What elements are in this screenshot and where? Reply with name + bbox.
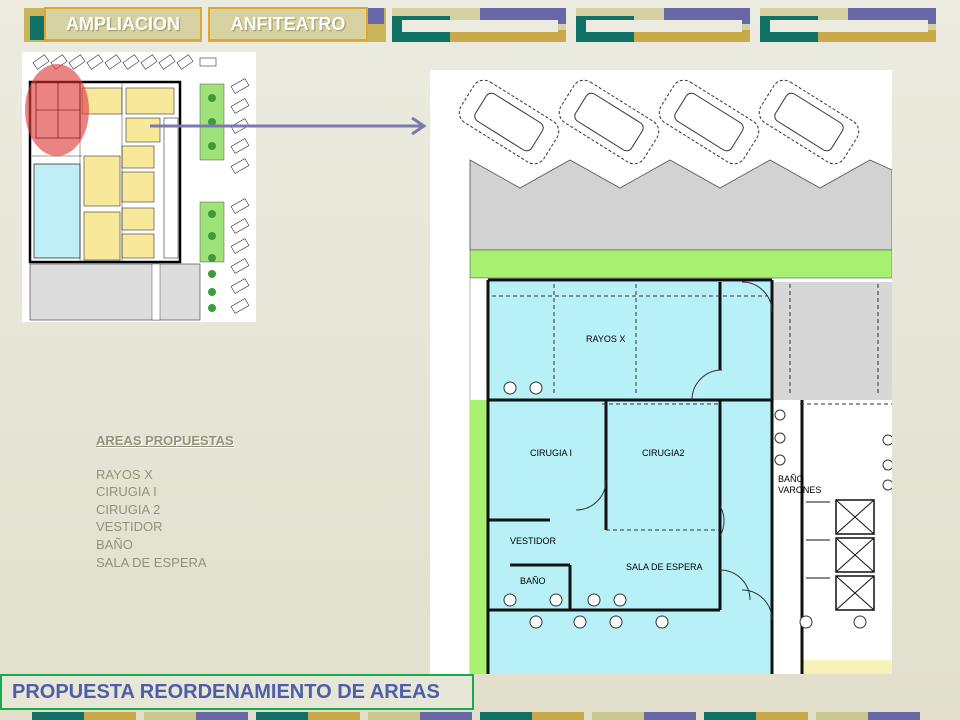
legend-heading: AREAS PROPUESTAS bbox=[96, 433, 234, 448]
legend-item-vestidor: VESTIDOR bbox=[96, 519, 163, 535]
site-plan-thumbnail bbox=[22, 52, 256, 322]
legend-item-cirugia2: CIRUGIA 2 bbox=[96, 501, 161, 517]
legend: AREAS PROPUESTAS RAYOS X CIRUGIA I CIRUG… bbox=[96, 432, 234, 571]
tab-anfiteatro[interactable]: ANFITEATRO bbox=[208, 7, 368, 41]
room-label-cirugia2: CIRUGIA2 bbox=[642, 448, 685, 458]
tab-ampliacion-label: AMPLIACION bbox=[66, 13, 180, 34]
legend-item-sala: SALA DE ESPERA bbox=[96, 554, 207, 570]
floor-plan-detail: RAYOS X CIRUGIA I CIRUGIA2 VESTIDOR BAÑO… bbox=[430, 70, 892, 674]
tab-anfiteatro-label: ANFITEATRO bbox=[230, 13, 346, 34]
room-label-bano: BAÑO bbox=[520, 576, 546, 586]
pointer-arrow bbox=[150, 116, 427, 136]
room-label-rayos: RAYOS X bbox=[586, 334, 625, 344]
room-label-sala: SALA DE ESPERA bbox=[626, 562, 703, 572]
room-label-cirugia1: CIRUGIA I bbox=[530, 448, 572, 458]
legend-item-rayos: RAYOS X bbox=[96, 466, 153, 482]
legend-item-cirugia1: CIRUGIA I bbox=[96, 484, 157, 500]
slide-title: PROPUESTA REORDENAMIENTO DE AREAS bbox=[0, 674, 474, 710]
slide-title-text: PROPUESTA REORDENAMIENTO DE AREAS bbox=[12, 680, 440, 703]
tab-ampliacion[interactable]: AMPLIACION bbox=[44, 7, 202, 41]
room-label-vestidor: VESTIDOR bbox=[510, 536, 557, 546]
legend-item-bano: BAÑO bbox=[96, 536, 133, 552]
